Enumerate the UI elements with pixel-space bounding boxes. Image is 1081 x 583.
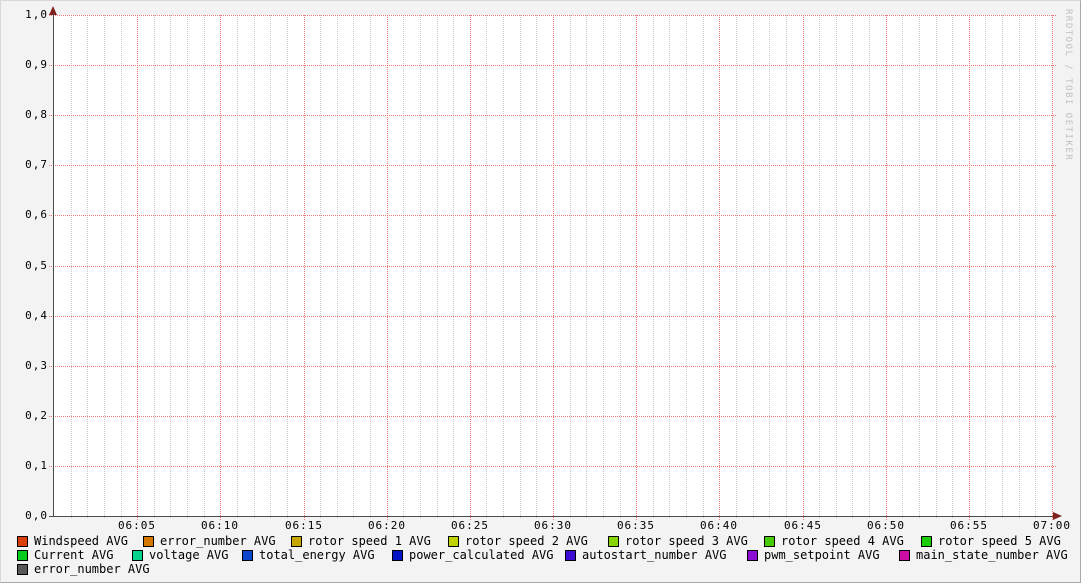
legend-label: rotor speed 1 AVG: [308, 534, 431, 548]
y-tick-label: 0,3: [25, 359, 48, 372]
legend-label: rotor speed 3 AVG: [625, 534, 748, 548]
y-tick-label: 0,8: [25, 108, 48, 121]
legend-label: power_calculated AVG: [409, 548, 554, 562]
x-tick-label: 06:05: [117, 519, 157, 532]
x-tick-label: 06:10: [200, 519, 240, 532]
legend-label: pwm_setpoint AVG: [764, 548, 880, 562]
legend-label: total_energy AVG: [259, 548, 375, 562]
legend-label: rotor speed 4 AVG: [781, 534, 904, 548]
y-axis-line: [53, 8, 54, 517]
legend-swatch-icon: [899, 550, 910, 561]
x-tick-label: 06:35: [616, 519, 656, 532]
legend-label: voltage AVG: [149, 548, 229, 562]
x-tick-label: 06:50: [866, 519, 906, 532]
legend-label: rotor speed 2 AVG: [465, 534, 588, 548]
legend-swatch-icon: [608, 536, 619, 547]
legend-swatch-icon: [143, 536, 154, 547]
legend-swatch-icon: [921, 536, 932, 547]
legend-swatch-icon: [392, 550, 403, 561]
y-tick-label: 1,0: [25, 8, 48, 21]
y-tick-label: 0,2: [25, 409, 48, 422]
legend-swatch-icon: [17, 536, 28, 547]
legend-swatch-icon: [565, 550, 576, 561]
legend-label: error_number AVG: [34, 562, 150, 576]
plot-area: [54, 15, 1052, 516]
y-tick-label: 0,9: [25, 58, 48, 71]
legend-swatch-icon: [17, 550, 28, 561]
legend-label: main_state_number AVG: [916, 548, 1068, 562]
legend-label: Windspeed AVG: [34, 534, 128, 548]
x-tick-label: 06:30: [533, 519, 573, 532]
rrdtool-graph: 1,0 0,9 0,8 0,7 0,6 0,5 0,4 0,3 0,2 0,1 0,0 06:05 0…: [0, 0, 1081, 583]
legend-label: rotor speed 5 AVG: [938, 534, 1061, 548]
y-tick-label: 0,6: [25, 208, 48, 221]
legend-swatch-icon: [242, 550, 253, 561]
legend-swatch-icon: [291, 536, 302, 547]
y-tick-label: 0,7: [25, 158, 48, 171]
watermark: RRDTOOL / TOBI OETIKER: [1063, 9, 1073, 162]
v-gridline-major: [1052, 15, 1053, 520]
legend-label: autostart_number AVG: [582, 548, 727, 562]
legend-label: error_number AVG: [160, 534, 276, 548]
legend-swatch-icon: [448, 536, 459, 547]
x-axis-line: [49, 516, 1054, 517]
x-tick-label: 06:25: [450, 519, 490, 532]
y-tick-label: 0,5: [25, 259, 48, 272]
legend-label: Current AVG: [34, 548, 114, 562]
x-tick-label: 06:45: [783, 519, 823, 532]
legend-swatch-icon: [747, 550, 758, 561]
y-axis-arrow-icon: [49, 6, 57, 15]
x-tick-label: 06:20: [367, 519, 407, 532]
y-tick-label: 0,4: [25, 309, 48, 322]
legend-swatch-icon: [764, 536, 775, 547]
y-tick-label: 0,0: [25, 509, 48, 522]
x-tick-label: 06:15: [284, 519, 324, 532]
legend-swatch-icon: [17, 564, 28, 575]
x-tick-label: 06:55: [949, 519, 989, 532]
x-tick-label: 07:00: [1032, 519, 1072, 532]
y-tick-label: 0,1: [25, 459, 48, 472]
legend-swatch-icon: [132, 550, 143, 561]
x-tick-label: 06:40: [699, 519, 739, 532]
